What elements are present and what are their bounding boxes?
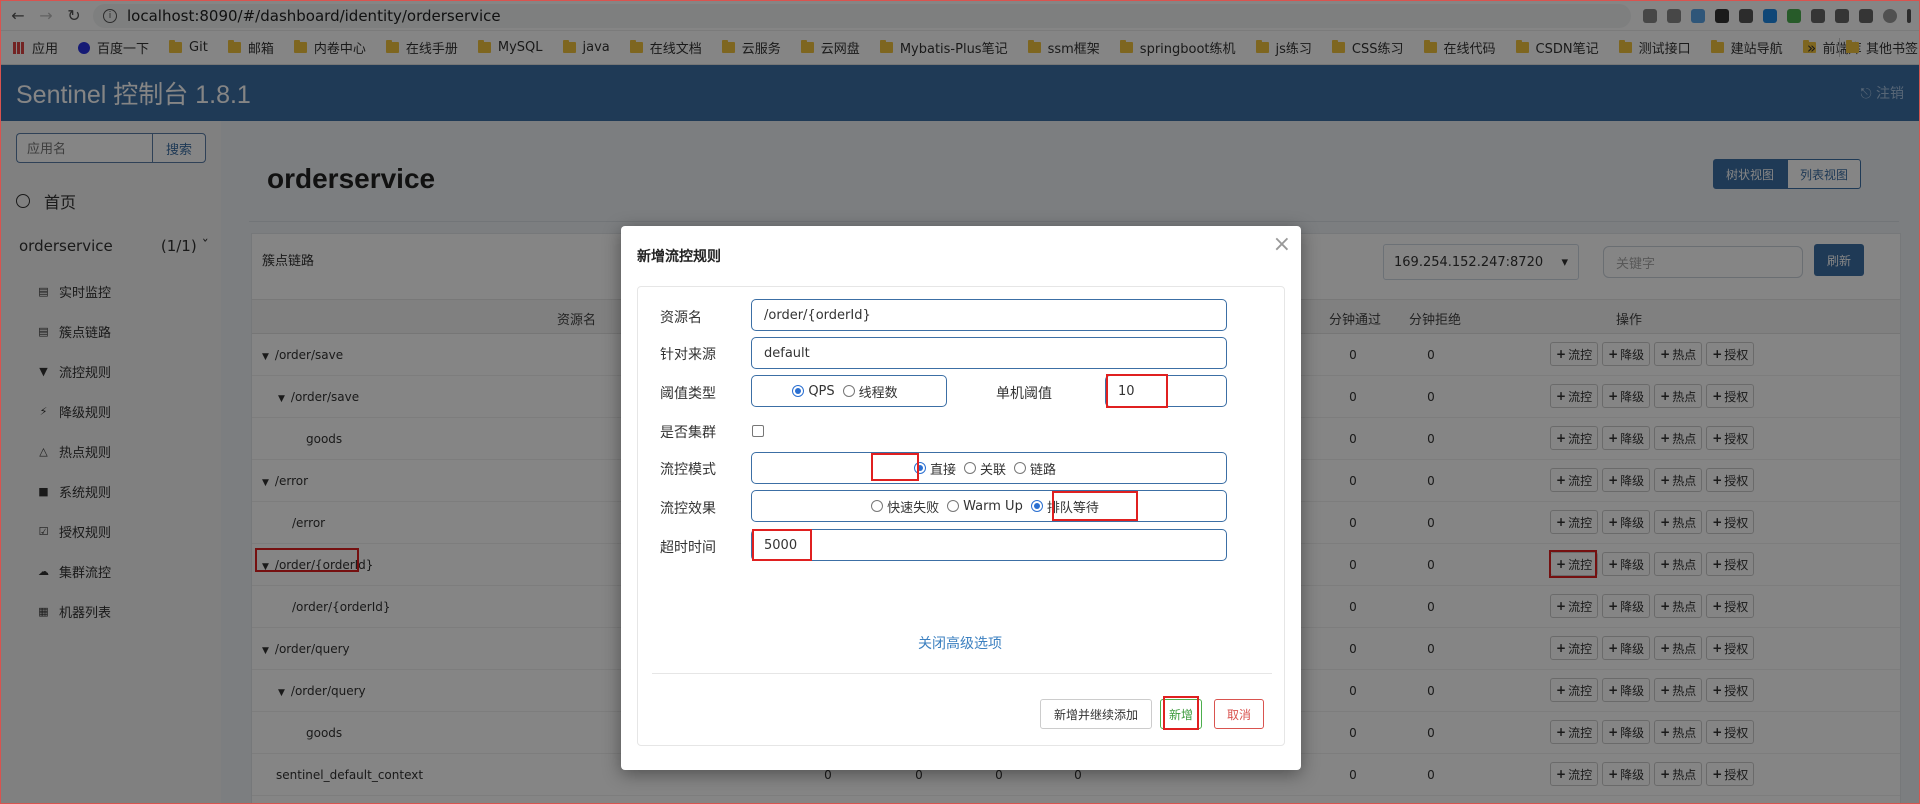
radio-icon [871, 500, 884, 512]
highlight-box [1052, 491, 1138, 521]
cancel-button[interactable]: 取消 [1214, 699, 1264, 729]
effect-radio-group: 快速失败 Warm Up 排队等待 [751, 490, 1227, 522]
label-grade: 阈值类型 [660, 386, 716, 402]
radio-checked-icon [1030, 500, 1043, 512]
grade-qps-radio[interactable]: QPS [792, 384, 835, 399]
advanced-toggle-link[interactable]: 关闭高级选项 [918, 633, 1002, 653]
label-threshold: 单机阈值 [996, 386, 1052, 402]
close-icon[interactable]: × [1273, 232, 1291, 257]
highlight-box [752, 529, 812, 561]
label-origin: 针对来源 [660, 347, 716, 363]
highlight-box [1163, 696, 1199, 730]
label-timeout: 超时时间 [660, 540, 716, 556]
radio-icon [1014, 462, 1026, 474]
mode-radio-group: 直接 关联 链路 [751, 452, 1227, 484]
timeout-input[interactable]: 5000 [751, 529, 1227, 561]
radio-icon [947, 500, 960, 512]
form-divider [652, 673, 1272, 674]
grade-radio-group: QPS 线程数 [751, 375, 947, 407]
label-mode: 流控模式 [660, 462, 716, 478]
radio-icon [842, 385, 855, 397]
effect-fast-fail-radio[interactable]: 快速失败 [871, 497, 939, 516]
label-cluster: 是否集群 [660, 425, 716, 441]
origin-input[interactable]: default [751, 337, 1227, 369]
mode-direct-radio[interactable]: 直接 [913, 459, 956, 478]
mode-relate-radio[interactable]: 关联 [963, 459, 1006, 478]
effect-warmup-radio[interactable]: Warm Up [947, 499, 1023, 514]
grade-thread-radio[interactable]: 线程数 [842, 382, 898, 401]
rule-form: 资源名 /order/{orderId} 针对来源 default 阈值类型 Q… [637, 286, 1285, 746]
add-flow-rule-dialog: 新增流控规则 × 资源名 /order/{orderId} 针对来源 defau… [621, 226, 1301, 770]
mode-chain-radio[interactable]: 链路 [1014, 459, 1056, 478]
add-and-continue-button[interactable]: 新增并继续添加 [1040, 699, 1152, 729]
highlight-box [1106, 374, 1168, 408]
dialog-title: 新增流控规则 [637, 249, 721, 265]
highlight-box [871, 453, 919, 481]
label-effect: 流控效果 [660, 501, 716, 517]
label-resource: 资源名 [660, 310, 702, 326]
cluster-checkbox[interactable] [752, 425, 764, 437]
radio-checked-icon [792, 385, 805, 397]
modal-backdrop[interactable]: 新增流控规则 × 资源名 /order/{orderId} 针对来源 defau… [1, 1, 1919, 803]
radio-icon [963, 462, 976, 474]
window: ← → ↻ i localhost:8090/#/dashboard/ident… [0, 0, 1920, 804]
resource-input[interactable]: /order/{orderId} [751, 299, 1227, 331]
